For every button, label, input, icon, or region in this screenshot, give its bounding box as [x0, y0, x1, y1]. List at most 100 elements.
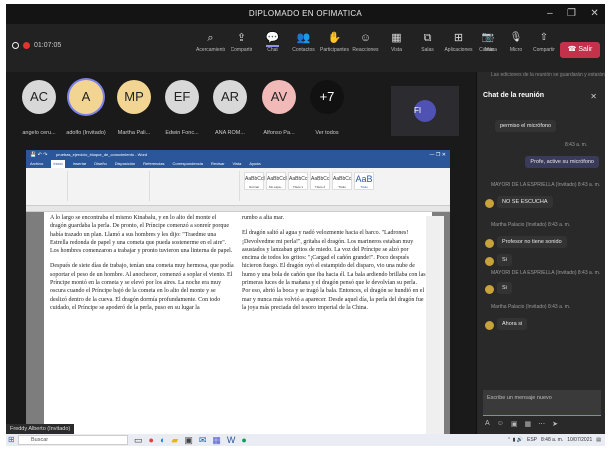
chat-input[interactable]: Escribe un mensaje nuevo — [483, 390, 601, 416]
leave-button[interactable]: ☎ Salir — [560, 42, 600, 58]
avatar: +7 — [310, 80, 344, 114]
toolbar-vista-button[interactable]: ▦ Vista — [382, 29, 411, 67]
task-view-icon[interactable]: ▭ — [134, 434, 143, 446]
participant-tile[interactable]: Aadolfo (Invitado) — [61, 80, 111, 136]
ribbon-tabs: Archivo Inicio Insertar Diseño Disposición Re… — [26, 160, 450, 168]
message-received: NO SE ESCUCHA — [497, 196, 553, 208]
ribbon-tab[interactable]: Insertar — [73, 160, 87, 168]
message-received: Profesor no tiene sonido — [497, 236, 567, 248]
toolbar-right-button[interactable]: 🎙 Micro — [504, 29, 528, 67]
message-received: Si — [497, 254, 512, 266]
participant-name: Edwin Fonc... — [165, 130, 199, 136]
share-icon: ⇪ — [236, 32, 247, 44]
ribbon-tab[interactable]: Correspondencia — [173, 160, 203, 168]
toolbar-compartir-button[interactable]: ⇪ Compartir — [227, 29, 256, 67]
chrome-icon[interactable]: ● — [149, 434, 154, 446]
apps-icon: ⊞ — [453, 32, 464, 44]
participant-tile[interactable]: EF Edwin Fonc... — [157, 80, 207, 136]
meeting-toolbar: 01:07:05 ⌕ Acercamiento ⇪ Compartir 💬 Chat 👥 Co… — [6, 24, 605, 72]
people-icon: 👥 — [296, 32, 311, 44]
toolbar-label: Compartir — [533, 47, 555, 53]
style-swatch[interactable]: AaB Título — [354, 172, 374, 190]
style-swatch[interactable]: AaBbCc Título 1 — [288, 172, 308, 190]
toolbar-label: Micro — [509, 47, 523, 53]
paragraph-group — [152, 171, 240, 201]
message-received: Si — [497, 282, 512, 294]
toolbar-right-button[interactable]: 📷 Cámara — [476, 29, 500, 67]
presenter-name-chip: Freddy Alberto (Invitado) — [6, 424, 75, 434]
toolbar-contactos-button[interactable]: 👥 Contactos — [289, 29, 318, 67]
store-icon[interactable]: ▣ — [184, 434, 193, 446]
sender-avatar — [485, 321, 494, 330]
clock-date: 10/07/2021 — [567, 437, 593, 443]
ribbon-tab[interactable]: Archivo — [30, 160, 43, 168]
share-screen-icon: ⇧ — [539, 32, 549, 43]
toolbar-label: Aplicaciones — [444, 47, 473, 53]
toolbar-aplicaciones-button[interactable]: ⊞ Aplicaciones — [444, 29, 473, 67]
participant-tile[interactable]: AV Alfonso Pa... — [254, 80, 304, 136]
toolbar-right-button[interactable]: ⇧ Compartir — [532, 29, 556, 67]
message-meta: Martha Palacio (Invitado) 8:43 a. m. — [491, 304, 571, 310]
ribbon-tab[interactable]: Ayuda — [249, 160, 260, 168]
sticker-icon[interactable]: ▦ — [524, 420, 531, 428]
participant-tile[interactable]: AC angelo ceru... — [14, 80, 64, 136]
taskbar-search[interactable]: Buscar — [18, 435, 128, 445]
notifications-icon[interactable]: ▤ — [596, 434, 601, 446]
format-icon[interactable]: A — [485, 420, 490, 428]
chat-input-tools: A ☺ ▣ ▦ ⋯ ➤ — [485, 420, 558, 428]
ribbon-tab[interactable]: Vista — [233, 160, 242, 168]
document-page[interactable]: A lo largo se encontraba el mismo Kinaba… — [44, 212, 432, 442]
participant-tile[interactable]: AR ANA ROM... — [205, 80, 255, 136]
tray-icons[interactable]: ⌃ ▮ 🔊 — [507, 434, 523, 446]
presenter-tile[interactable]: FI — [391, 86, 459, 136]
style-swatch[interactable]: AaBbCcI Normal — [244, 172, 265, 190]
windows-start-icon[interactable]: ⊞ — [8, 435, 15, 444]
edge-icon[interactable]: ◐ — [160, 434, 165, 446]
recording-icon — [23, 42, 30, 49]
ribbon-tab[interactable]: Referencias — [143, 160, 164, 168]
message-received: Ahora si — [497, 318, 528, 330]
sender-avatar — [485, 257, 494, 266]
toolbar-participantes-button[interactable]: ✋ Participantes — [320, 29, 349, 67]
toolbar-reacciones-button[interactable]: ☺ Reacciones — [351, 29, 380, 67]
toolbar-chat-button[interactable]: 💬 Chat — [258, 29, 287, 67]
ribbon-tab[interactable]: Revisar — [211, 160, 225, 168]
maximize-icon[interactable]: ❐ — [567, 4, 576, 24]
chat-notice: Las ediciones de la reunión se guardarán… — [491, 72, 605, 78]
sender-avatar — [485, 285, 494, 294]
toolbar-label: Cámara — [479, 47, 497, 53]
meeting-stage: AC angelo ceru... Aadolfo (Invitado) MP Mar… — [6, 72, 476, 442]
more-icon[interactable]: ⋯ — [538, 420, 545, 428]
chat-panel: Las ediciones de la reunión se guardarán… — [476, 72, 605, 434]
explorer-icon[interactable]: ▰ — [171, 434, 178, 446]
participant-name: Ver todos — [315, 130, 339, 136]
teams-icon[interactable]: ▦ — [212, 434, 221, 446]
paragraph: rumbo a alta mar. — [242, 215, 284, 221]
toolbar-salas-button[interactable]: ⧉ Salas — [413, 29, 442, 67]
message-sent: Profe, active su micrófono — [525, 156, 599, 168]
send-icon[interactable]: ➤ — [552, 420, 558, 428]
word-icon[interactable]: W — [227, 434, 236, 446]
ribbon-tab[interactable]: Disposición — [115, 160, 135, 168]
emoji-icon[interactable]: ☺ — [497, 420, 504, 428]
avatar: FI — [414, 100, 436, 122]
toolbar-acercamiento-button[interactable]: ⌕ Acercamiento — [196, 29, 225, 67]
mail-icon[interactable]: ✉ — [199, 434, 207, 446]
ribbon-tab[interactable]: Inicio — [51, 160, 65, 168]
close-icon[interactable]: ✕ — [590, 4, 599, 24]
close-chat-icon[interactable]: ✕ — [590, 92, 597, 101]
toolbar-label: Salas — [421, 47, 434, 53]
minimize-icon[interactable]: – — [547, 4, 553, 24]
participant-tile[interactable]: MP Martha Pali... — [109, 80, 159, 136]
gif-icon[interactable]: ▣ — [511, 420, 518, 428]
participant-tile[interactable]: +7 Ver todos — [302, 80, 352, 136]
chrome2-icon[interactable]: ● — [241, 434, 246, 446]
camera-icon: 📷 — [481, 32, 495, 43]
mic-icon: 🎙 — [509, 32, 523, 43]
style-swatch[interactable]: AaBbCc Título — [332, 172, 352, 190]
style-swatch[interactable]: AaBbCc Título 2 — [310, 172, 330, 190]
toolbar-label: Acercamiento — [196, 47, 225, 53]
ribbon-tab[interactable]: Diseño — [94, 160, 106, 168]
sender-avatar — [485, 199, 494, 208]
style-swatch[interactable]: AaBbCcI Sin espa... — [266, 172, 287, 190]
